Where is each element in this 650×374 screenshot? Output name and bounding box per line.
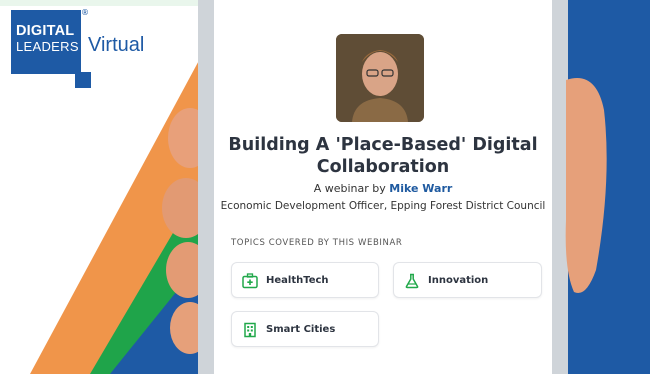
speaker-role: Economic Development Officer, Epping For… — [220, 200, 546, 212]
title-line1: Building A 'Place-Based' Digital — [228, 135, 538, 155]
speaker-photo-icon — [336, 34, 424, 122]
topic-card-smart-cities[interactable]: Smart Cities — [231, 311, 379, 347]
digital-leaders-logo: DIGITAL LEADERS ® — [11, 8, 89, 74]
right-hand-thumb — [565, 78, 607, 294]
webinar-title: Building A 'Place-Based' Digital Collabo… — [214, 134, 552, 178]
building-icon — [244, 322, 256, 338]
topics-heading: TOPICS COVERED BY THIS WEBINAR — [231, 238, 403, 248]
logo-line1: DIGITAL — [16, 23, 75, 39]
flask-icon — [405, 273, 419, 289]
logo-virtual-text: Virtual — [88, 34, 145, 56]
logo-line2: LEADERS — [16, 39, 79, 54]
byline: A webinar by Mike Warr — [214, 182, 552, 195]
topic-card-innovation[interactable]: Innovation — [393, 262, 542, 298]
registered-mark: ® — [81, 8, 89, 17]
topic-label: Smart Cities — [266, 324, 336, 335]
speaker-avatar — [336, 34, 424, 122]
webinar-promo: DIGITAL LEADERS ® Virtual Building A 'Pl… — [0, 0, 650, 374]
topic-label: Innovation — [428, 275, 489, 286]
topic-label: HealthTech — [266, 275, 329, 286]
byline-prefix: A webinar by — [313, 182, 390, 195]
speaker-link[interactable]: Mike Warr — [389, 182, 452, 195]
title-line2: Collaboration — [316, 157, 450, 177]
logo-square — [75, 72, 91, 88]
medical-kit-icon — [242, 273, 258, 289]
topic-card-healthtech[interactable]: HealthTech — [231, 262, 379, 298]
